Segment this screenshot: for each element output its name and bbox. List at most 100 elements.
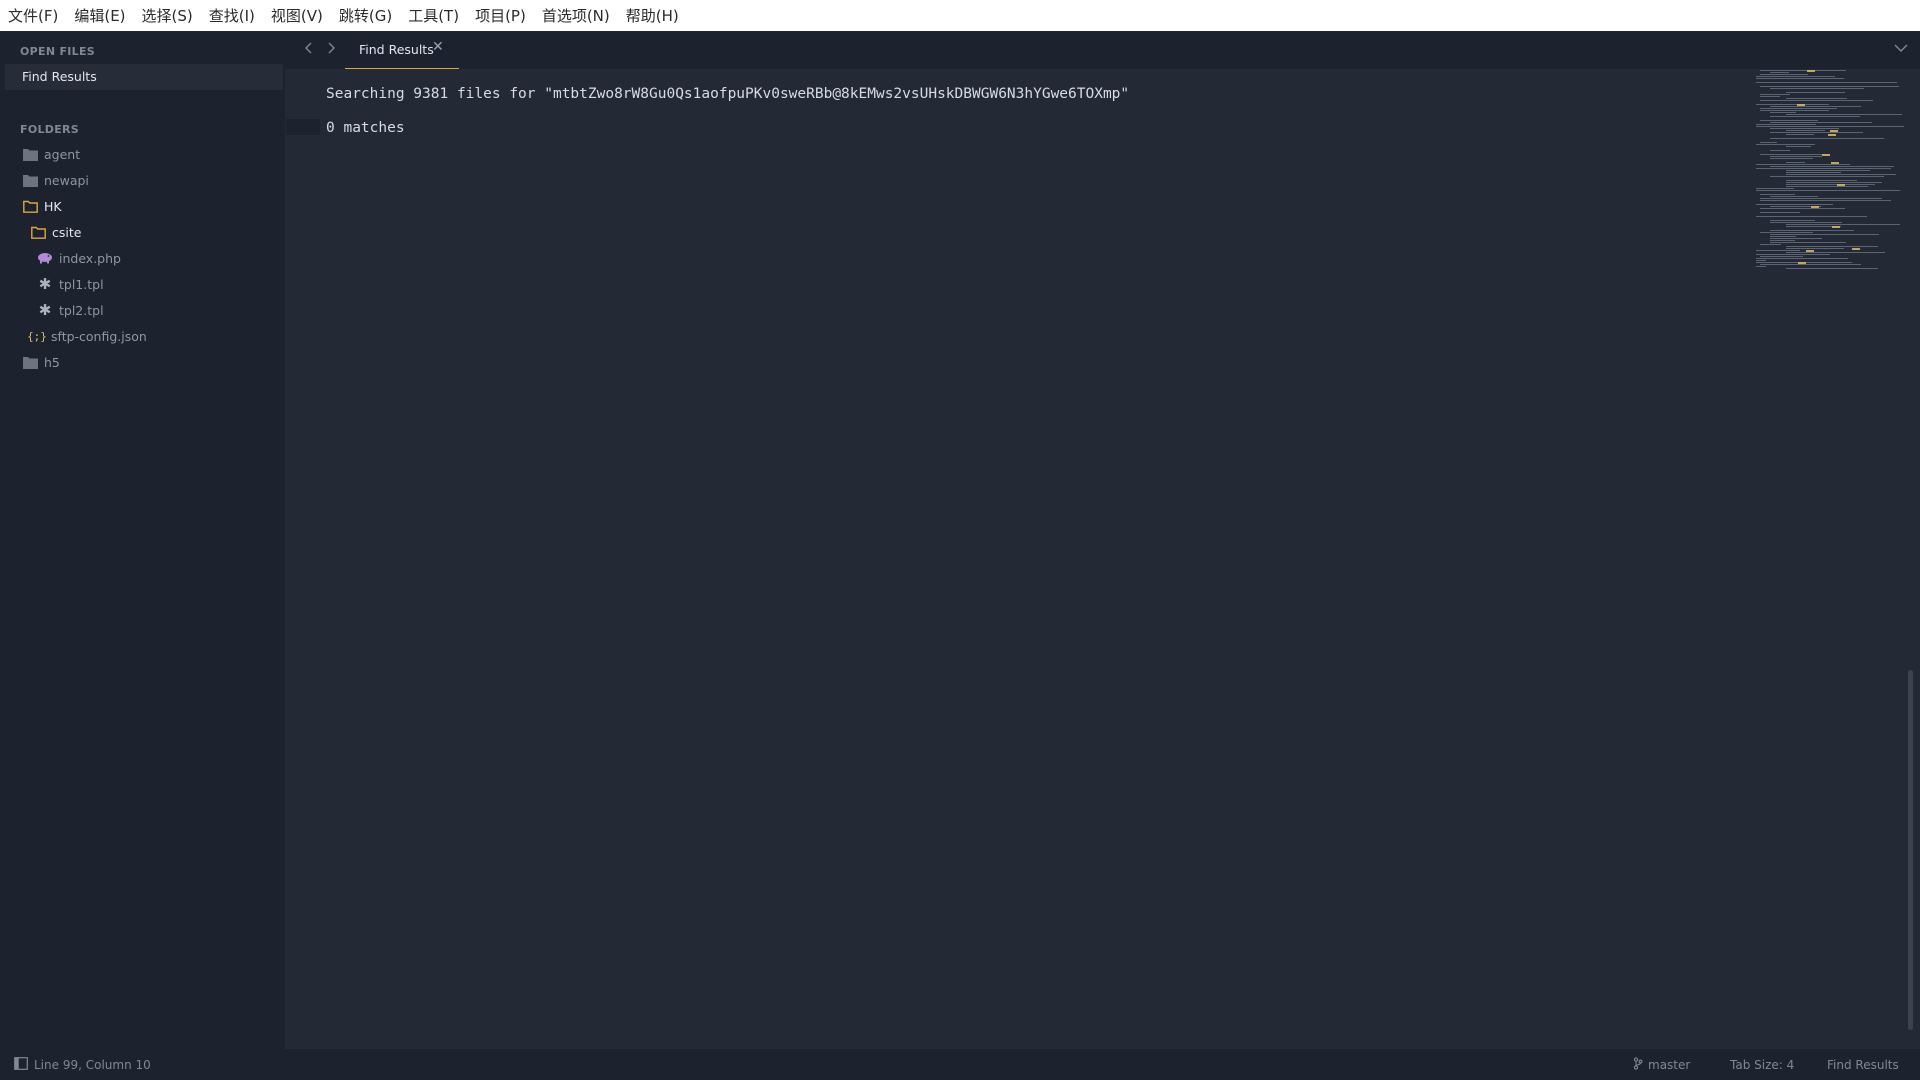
tree-folder-agent[interactable]: agent <box>22 143 80 165</box>
minimap-line <box>1756 104 1829 105</box>
minimap-line <box>1760 232 1813 233</box>
close-icon[interactable]: ✕ <box>432 39 444 55</box>
minimap-line <box>1756 250 1800 251</box>
tree-folder-hk[interactable]: HK <box>22 195 62 217</box>
tree-label: HK <box>44 198 62 214</box>
minimap-line <box>1770 88 1864 89</box>
minimap-line <box>1756 126 1904 127</box>
menu-edit[interactable]: 编辑(E) <box>66 0 133 31</box>
minimap-line <box>1786 134 1814 135</box>
minimap-highlight <box>1822 154 1830 156</box>
minimap-line <box>1770 72 1789 73</box>
tree-label: tpl2.tpl <box>59 302 104 318</box>
folders-heading: FOLDERS <box>20 123 80 136</box>
cursor-position[interactable]: Line 99, Column 10 <box>34 1058 151 1072</box>
minimap-line <box>1770 220 1815 221</box>
tree-folder-h5[interactable]: h5 <box>22 351 60 373</box>
minimap-line <box>1786 252 1885 253</box>
minimap-line <box>1786 172 1841 173</box>
tab-find-results[interactable]: Find Results ✕ <box>345 31 459 70</box>
minimap-line <box>1786 268 1878 269</box>
menu-goto[interactable]: 跳转(G) <box>331 0 400 31</box>
minimap-line <box>1760 154 1826 155</box>
minimap-line <box>1786 246 1878 247</box>
minimap-line <box>1760 244 1781 245</box>
nav-forward-icon[interactable] <box>322 40 340 58</box>
minimap-highlight <box>1852 248 1860 250</box>
minimap-line <box>1756 266 1766 267</box>
minimap-line <box>1786 174 1896 175</box>
minimap-line <box>1786 98 1847 99</box>
tree-label: h5 <box>44 354 60 370</box>
minimap-line <box>1760 70 1846 71</box>
minimap-line <box>1770 150 1790 151</box>
minimap-line <box>1770 238 1822 239</box>
menu-preferences[interactable]: 首选项(N) <box>534 0 618 31</box>
minimap-line <box>1756 124 1816 125</box>
match-count-line: 0 matches <box>326 120 405 136</box>
minimap-line <box>1786 180 1857 181</box>
asterisk-icon: ✱ <box>38 301 52 319</box>
minimap-line <box>1760 74 1808 75</box>
vertical-scrollbar[interactable] <box>1908 670 1913 1030</box>
minimap-line <box>1770 166 1894 167</box>
minimap-line <box>1770 132 1863 133</box>
menu-project[interactable]: 项目(P) <box>467 0 534 31</box>
tree-label: agent <box>44 146 81 162</box>
menu-find[interactable]: 查找(I) <box>201 0 263 31</box>
minimap-line <box>1786 182 1882 183</box>
minimap-line <box>1760 120 1818 121</box>
sidebar-toggle-icon[interactable] <box>14 1057 28 1073</box>
tree-file-index-php[interactable]: index.php <box>37 247 121 269</box>
minimap-line <box>1756 258 1848 259</box>
gutter-line-marker <box>286 119 320 135</box>
git-branch-label[interactable]: master <box>1648 1058 1690 1072</box>
tree-file-tpl2[interactable]: ✱ tpl2.tpl <box>37 299 104 321</box>
menu-file[interactable]: 文件(F) <box>0 0 66 31</box>
minimap-line <box>1760 198 1882 199</box>
tree-label: sftp-config.json <box>51 328 147 344</box>
minimap-line <box>1770 176 1884 177</box>
minimap-line <box>1760 264 1861 265</box>
chevron-down-icon[interactable] <box>1894 41 1908 57</box>
git-branch-icon <box>1633 1057 1643 1073</box>
search-summary-line: Searching 9381 files for "mtbtZwo8rW8Gu0… <box>326 86 1130 102</box>
menu-view[interactable]: 视图(V) <box>263 0 331 31</box>
minimap-line <box>1760 100 1873 101</box>
folder-icon <box>22 146 38 162</box>
minimap-line <box>1770 156 1822 157</box>
minimap-line <box>1770 106 1861 107</box>
minimap-line <box>1786 92 1845 93</box>
tab-size-indicator[interactable]: Tab Size: 4 <box>1730 1058 1794 1072</box>
open-file-find-results[interactable]: Find Results <box>5 64 283 90</box>
tree-file-tpl1[interactable]: ✱ tpl1.tpl <box>37 273 104 295</box>
menu-tools[interactable]: 工具(T) <box>400 0 467 31</box>
minimap-line <box>1760 212 1800 213</box>
minimap-line <box>1770 196 1818 197</box>
minimap-line <box>1760 108 1837 109</box>
menu-bar: 文件(F) 编辑(E) 选择(S) 查找(I) 视图(V) 跳转(G) 工具(T… <box>0 0 1920 32</box>
nav-back-icon[interactable] <box>300 40 318 58</box>
minimap-line <box>1756 82 1897 83</box>
minimap-line <box>1756 204 1833 205</box>
menu-help[interactable]: 帮助(H) <box>618 0 687 31</box>
minimap-line <box>1756 188 1794 189</box>
tree-folder-csite[interactable]: csite <box>30 221 81 243</box>
minimap-line <box>1786 114 1902 115</box>
minimap-line <box>1756 254 1830 255</box>
tree-file-sftp-config[interactable]: {;} sftp-config.json <box>27 325 147 347</box>
tree-label: newapi <box>44 172 89 188</box>
minimap-line <box>1756 168 1891 169</box>
minimap-highlight <box>1807 70 1815 72</box>
minimap[interactable] <box>1756 69 1908 269</box>
minimap-line <box>1756 76 1835 77</box>
menu-selection[interactable]: 选择(S) <box>134 0 201 31</box>
minimap-line <box>1770 242 1846 243</box>
syntax-indicator[interactable]: Find Results <box>1827 1058 1899 1072</box>
tree-folder-newapi[interactable]: newapi <box>22 169 89 191</box>
editor-pane[interactable]: Searching 9381 files for "mtbtZwo8rW8Gu0… <box>286 69 1920 1049</box>
minimap-line <box>1770 230 1854 231</box>
minimap-line <box>1756 190 1900 191</box>
minimap-line <box>1770 222 1842 223</box>
minimap-line <box>1760 96 1780 97</box>
